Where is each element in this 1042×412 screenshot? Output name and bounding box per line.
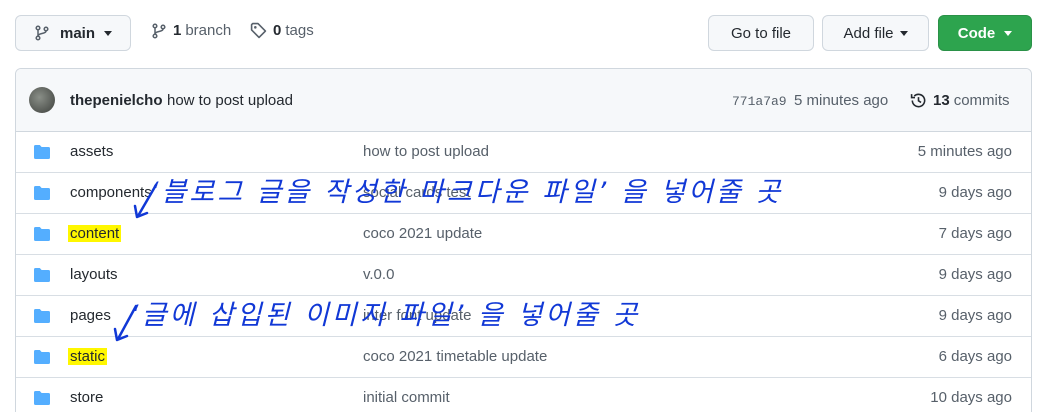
folder-icon [34,186,50,200]
branches-label: branch [185,22,232,39]
folder-icon [34,309,50,323]
branches-count: 1 [173,22,182,39]
branches-link[interactable]: 1 branch [151,22,231,39]
file-commit-age: 9 days ago [938,307,1012,324]
file-commit-age: 6 days ago [938,348,1012,365]
arrow-icon [133,183,158,219]
commit-sha[interactable]: 771a7a9 [732,94,787,109]
file-commit-age: 10 days ago [930,389,1012,406]
tags-count: 0 [273,22,282,39]
repo-toolbar: main 1 branch 0 tags Go to file Add file… [0,0,1042,66]
file-row[interactable]: assets how to post upload 5 minutes ago [16,132,1031,173]
add-file-label: Add file [843,24,894,42]
tags-link[interactable]: 0 tags [250,22,314,39]
tags-label: tags [285,22,314,39]
commits-label: commits [953,92,1010,109]
file-row[interactable]: layouts v.0.0 9 days ago [16,255,1031,296]
commit-time: 5 minutes ago [794,92,889,109]
file-name[interactable]: assets [70,143,113,160]
file-row[interactable]: static coco 2021 timetable update 6 days a… [16,337,1031,378]
tag-icon [250,22,267,39]
folder-icon [34,268,50,282]
file-commit-message[interactable]: initial commit [363,389,450,406]
go-to-file-label: Go to file [730,24,792,42]
git-branch-icon [152,22,166,39]
commit-author[interactable]: thepenielcho [70,92,163,109]
code-button[interactable]: Code [938,15,1032,51]
annotation-content-note: ‘블로그 글을 작성한 마크다운 파일’ 을 넣어줄 곳 [150,177,784,208]
file-commit-age: 5 minutes ago [917,143,1012,160]
avatar[interactable] [29,87,55,113]
file-commit-message[interactable]: coco 2021 update [363,225,482,242]
file-commit-age: 9 days ago [938,266,1012,283]
file-commit-message[interactable]: v.0.0 [363,266,394,283]
arrow-icon [113,304,138,342]
branch-select-button[interactable]: main [15,15,131,51]
folder-icon [34,391,50,405]
add-file-button[interactable]: Add file [822,15,929,51]
file-commit-age: 9 days ago [938,184,1012,201]
file-browser: thepenielcho how to post upload 771a7a9 … [15,68,1032,412]
chevron-down-icon [104,30,113,36]
file-row[interactable]: store initial commit 10 days ago [16,378,1031,412]
file-row[interactable]: content coco 2021 update 7 days ago [16,214,1031,255]
file-commit-message[interactable]: how to post upload [363,143,489,160]
commits-count: 13 [933,92,950,109]
git-branch-icon [35,25,49,41]
annotation-static-note: ‘글에 삽입된 이미지 파일’ 을 넣어줄 곳 [130,300,641,331]
history-icon [910,93,926,108]
folder-icon [34,227,50,241]
code-label: Code [957,24,996,42]
commits-link[interactable]: 13 commits [910,92,1010,109]
file-name[interactable]: pages [70,307,111,324]
latest-commit-bar: thepenielcho how to post upload 771a7a9 … [16,69,1031,132]
file-commit-age: 7 days ago [938,225,1012,242]
folder-icon [34,145,50,159]
chevron-down-icon [899,30,908,36]
go-to-file-button[interactable]: Go to file [708,15,814,51]
file-name[interactable]: store [70,389,103,406]
file-name[interactable]: layouts [70,266,118,283]
file-name[interactable]: static [68,348,108,365]
file-commit-message[interactable]: coco 2021 timetable update [363,348,547,365]
chevron-down-icon [1004,30,1013,36]
branch-name: main [60,24,96,42]
folder-icon [34,350,50,364]
file-name[interactable]: content [68,225,122,242]
commit-message[interactable]: how to post upload [167,92,293,109]
